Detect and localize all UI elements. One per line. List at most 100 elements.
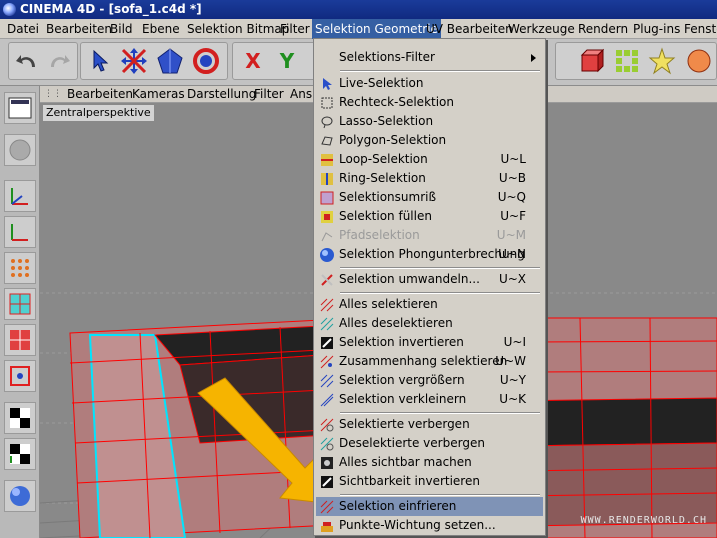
point-tool-button[interactable] bbox=[4, 252, 36, 284]
menu-item-label: Selektierte verbergen bbox=[339, 417, 470, 431]
menu-item-alles-selektieren[interactable]: Alles selektieren bbox=[316, 295, 543, 314]
menu-item-deselektierte-verbergen[interactable]: Deselektierte verbergen bbox=[316, 434, 543, 453]
uv-icon bbox=[10, 366, 30, 386]
menu-item-selektion-verkleinern[interactable]: Selektion verkleinern U~K bbox=[316, 390, 543, 409]
object-mode-button[interactable] bbox=[573, 44, 607, 78]
menu-item-label: Deselektierte verbergen bbox=[339, 436, 485, 450]
polygon-grid-icon bbox=[10, 330, 30, 350]
unhide-all-icon bbox=[319, 455, 335, 471]
menu-item-selektionsumriss[interactable]: Selektionsumriß U~Q bbox=[316, 188, 543, 207]
menu-item-sichtbarkeit-invertieren[interactable]: Sichtbarkeit invertieren bbox=[316, 472, 543, 491]
menu-item-label: Alles selektieren bbox=[339, 297, 438, 311]
axis-mode-2-button[interactable] bbox=[4, 216, 36, 248]
scale-tool[interactable] bbox=[153, 44, 187, 78]
menu-bearbeiten[interactable]: Bearbeiten bbox=[43, 19, 115, 39]
menu-plug-ins[interactable]: Plug-ins bbox=[630, 19, 683, 39]
material-button[interactable] bbox=[4, 134, 36, 166]
edge-tool-button[interactable] bbox=[4, 288, 36, 320]
menu-item-label: Selektion invertieren bbox=[339, 335, 464, 349]
menu-item-selektions-filter[interactable]: Selektions-Filter bbox=[316, 48, 543, 67]
axis-x-button[interactable]: X bbox=[236, 44, 270, 78]
menu-item-label: Selektionsumriß bbox=[339, 190, 437, 204]
menu-item-selektion-phongunterbrechung[interactable]: Selektion Phongunterbrechung U~N bbox=[316, 245, 543, 264]
menu-item-label: Pfadselektion bbox=[339, 228, 420, 242]
select-all-icon bbox=[319, 297, 335, 313]
menu-item-selektion-einfrieren[interactable]: Selektion einfrieren bbox=[316, 497, 543, 516]
menu-item-alles-sichtbar-machen[interactable]: Alles sichtbar machen bbox=[316, 453, 543, 472]
dots-icon bbox=[11, 259, 29, 277]
axis-mode-button[interactable] bbox=[4, 180, 36, 212]
menu-item-label: Alles deselektieren bbox=[339, 316, 453, 330]
menu-fenster[interactable]: Fenster bbox=[681, 19, 717, 39]
menu-item-label: Rechteck-Selektion bbox=[339, 95, 455, 109]
vp-menu-kameras[interactable]: Kameras bbox=[132, 86, 185, 103]
axis-alt-icon bbox=[11, 224, 28, 241]
vp-menu-darstellung[interactable]: Darstellung bbox=[187, 86, 256, 103]
menu-item-label: Loop-Selektion bbox=[339, 152, 428, 166]
rotate-tool[interactable] bbox=[189, 44, 223, 78]
texture-mode-button[interactable] bbox=[682, 44, 716, 78]
menu-item-label: Live-Selektion bbox=[339, 76, 424, 90]
menu-item-label: Lasso-Selektion bbox=[339, 114, 434, 128]
menu-datei[interactable]: Datei bbox=[4, 19, 42, 39]
grip-icon: ⋮⋮ bbox=[44, 89, 62, 99]
axis-y-button[interactable]: Y bbox=[270, 44, 304, 78]
menu-filter[interactable]: Filter bbox=[277, 19, 313, 39]
shading-button[interactable] bbox=[4, 480, 36, 512]
vp-menu-bearbeiten[interactable]: Bearbeiten bbox=[67, 86, 133, 103]
texture-icon bbox=[687, 49, 711, 73]
menu-selektion-geometrie[interactable]: Selektion Geometrie bbox=[312, 19, 441, 39]
menu-item-alles-deselektieren[interactable]: Alles deselektieren bbox=[316, 314, 543, 333]
loop-selection-icon bbox=[319, 152, 335, 168]
live-selection-tool[interactable] bbox=[83, 44, 117, 78]
checker-axis-icon bbox=[10, 444, 30, 464]
menu-uv-bearbeiten[interactable]: UV Bearbeiten bbox=[423, 19, 516, 39]
menu-item-shortcut: U~X bbox=[498, 272, 526, 286]
menu-rendern[interactable]: Rendern bbox=[575, 19, 631, 39]
path-selection-icon bbox=[319, 228, 335, 244]
menu-item-label: Selektion einfrieren bbox=[339, 499, 457, 513]
texture-axis-button[interactable] bbox=[4, 438, 36, 470]
points-mode-button[interactable] bbox=[610, 44, 644, 78]
undo-icon bbox=[16, 55, 35, 67]
menu-ebene[interactable]: Ebene bbox=[139, 19, 183, 39]
polygon-tool-button[interactable] bbox=[4, 324, 36, 356]
menu-item-loop-selektion[interactable]: Loop-Selektion U~L bbox=[316, 150, 543, 169]
menu-item-polygon-selektion[interactable]: Polygon-Selektion bbox=[316, 131, 543, 150]
viewport-camera-label[interactable]: Zentralperspektive bbox=[43, 105, 154, 121]
menu-item-lasso-selektion[interactable]: Lasso-Selektion bbox=[316, 112, 543, 131]
menu-item-selektion-umwandeln[interactable]: Selektion umwandeln... U~X bbox=[316, 270, 543, 289]
menu-werkzeuge[interactable]: Werkzeuge bbox=[505, 19, 578, 39]
menu-item-pfadselektion[interactable]: Pfadselektion U~M bbox=[316, 226, 543, 245]
phong-break-icon bbox=[319, 247, 335, 263]
redo-button[interactable] bbox=[42, 44, 76, 78]
menu-item-selektion-invertieren[interactable]: Selektion invertieren U~I bbox=[316, 333, 543, 352]
uv-tool-button[interactable] bbox=[4, 360, 36, 392]
menu-item-selektion-fuellen[interactable]: Selektion füllen U~F bbox=[316, 207, 543, 226]
menu-item-live-selektion[interactable]: Live-Selektion bbox=[316, 74, 543, 93]
viewport-layout-button[interactable] bbox=[4, 92, 36, 124]
menu-item-shortcut: U~L bbox=[500, 152, 526, 166]
menu-item-zusammenhang-selektieren[interactable]: Zusammenhang selektieren U~W bbox=[316, 352, 543, 371]
menu-item-label: Selektion Phongunterbrechung bbox=[339, 247, 525, 261]
window-titlebar: CINEMA 4D - [sofa_1.c4d *] bbox=[0, 0, 717, 19]
menu-item-label: Sichtbarkeit invertieren bbox=[339, 474, 480, 488]
points-icon bbox=[616, 50, 638, 72]
move-tool[interactable] bbox=[117, 44, 151, 78]
redo-icon bbox=[51, 55, 70, 67]
menu-item-shortcut: U~Y bbox=[499, 373, 526, 387]
menu-item-selektion-vergroessern[interactable]: Selektion vergrößern U~Y bbox=[316, 371, 543, 390]
undo-button[interactable] bbox=[10, 44, 44, 78]
star-icon bbox=[648, 47, 676, 75]
menu-bild[interactable]: Bild bbox=[107, 19, 136, 39]
vp-menu-ansicht[interactable]: Ansi bbox=[290, 86, 315, 103]
menu-item-selektierte-verbergen[interactable]: Selektierte verbergen bbox=[316, 415, 543, 434]
menu-separator bbox=[340, 412, 540, 414]
menu-item-rechteck-selektion[interactable]: Rechteck-Selektion bbox=[316, 93, 543, 112]
menu-item-ring-selektion[interactable]: Ring-Selektion U~B bbox=[316, 169, 543, 188]
texture-tool-button[interactable] bbox=[4, 402, 36, 434]
checker-icon bbox=[10, 408, 30, 428]
menu-item-punkte-wichtung-setzen[interactable]: Punkte-Wichtung setzen... bbox=[316, 516, 543, 535]
edges-mode-button[interactable] bbox=[645, 44, 679, 78]
vp-menu-filter[interactable]: Filter bbox=[254, 86, 284, 103]
